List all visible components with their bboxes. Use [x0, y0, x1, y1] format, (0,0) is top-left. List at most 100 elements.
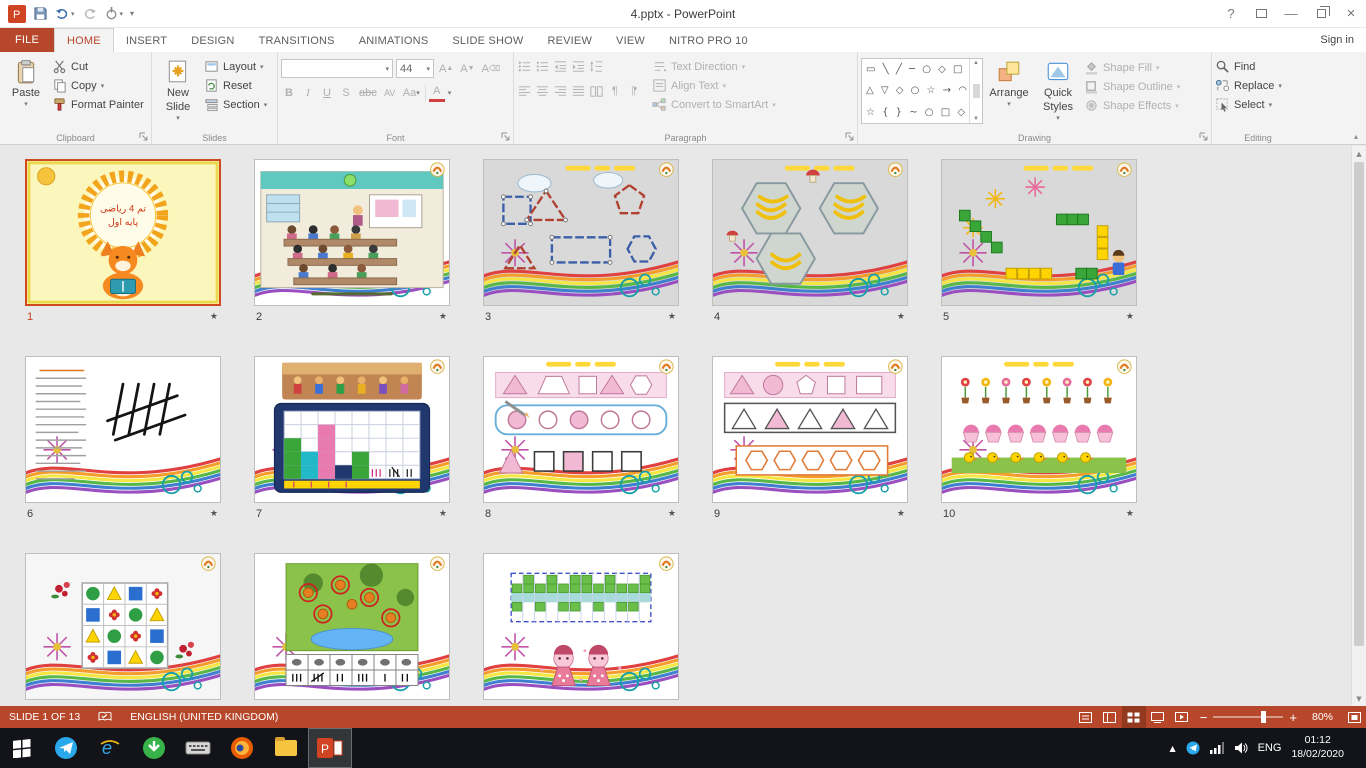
section-button[interactable]: Section ▾	[204, 97, 267, 112]
sign-in-link[interactable]: Sign in	[1320, 28, 1366, 52]
shape-fill-button[interactable]: Shape Fill ▾	[1084, 60, 1180, 75]
gallery-scroll-thumb[interactable]	[973, 84, 980, 98]
align-text-button[interactable]: Align Text ▾	[652, 78, 776, 93]
align-left-icon[interactable]	[517, 84, 532, 99]
find-button[interactable]: Find	[1215, 59, 1301, 74]
slide-thumbnail-10[interactable]: 10★	[941, 356, 1137, 521]
slide-7-canvas[interactable]	[254, 356, 450, 503]
font-size-combo[interactable]: 44 ▾	[396, 59, 434, 78]
slide-sorter-pane[interactable]: تم 4 ریاضی پایه اول 1★	[0, 146, 1351, 706]
slide-thumbnail-5[interactable]: 5★	[941, 159, 1137, 324]
numbering-icon[interactable]	[535, 59, 550, 74]
tab-review[interactable]: REVIEW	[535, 28, 604, 52]
undo-dropdown[interactable]: ▾	[71, 10, 75, 18]
slide-8-canvas[interactable]	[483, 356, 679, 503]
shapes-row-2[interactable]: △ ▽ ◇ ○ ☆ → ◠	[866, 85, 969, 96]
gallery-scroll-up-icon[interactable]: ▲	[973, 60, 979, 66]
text-direction-button[interactable]: Text Direction ▾	[652, 59, 776, 74]
taskbar-telegram[interactable]	[44, 728, 88, 768]
touch-mode-dropdown[interactable]: ▾	[120, 10, 124, 18]
ribbon-display-options-button[interactable]	[1246, 0, 1276, 27]
slide-thumbnail-7[interactable]: 7★	[254, 356, 450, 521]
slide-indicator[interactable]: SLIDE 1 OF 13	[0, 706, 89, 728]
network-signal-icon[interactable]	[1210, 742, 1224, 754]
new-slide-button[interactable]: New Slide ▾	[155, 55, 201, 130]
bold-button[interactable]: B	[281, 84, 297, 102]
slide-thumbnail-11[interactable]: 11★	[25, 553, 221, 706]
replace-button[interactable]: Replace ▾	[1215, 78, 1301, 93]
close-button[interactable]: ×	[1336, 0, 1366, 27]
taskbar-powerpoint-active[interactable]: P	[308, 728, 352, 768]
clear-formatting-button[interactable]: A⌫	[480, 60, 503, 78]
select-dropdown[interactable]: ▾	[1269, 101, 1273, 109]
slide-11-canvas[interactable]	[25, 553, 221, 700]
zoom-in-button[interactable]: +	[1283, 710, 1303, 725]
copy-dropdown[interactable]: ▾	[101, 82, 105, 90]
customize-qat-button[interactable]: ▾	[130, 9, 134, 18]
underline-button[interactable]: U	[319, 84, 335, 102]
font-name-combo[interactable]: ▾	[281, 59, 393, 78]
font-color-dropdown[interactable]: ▾	[448, 89, 452, 97]
slide-9-canvas[interactable]	[712, 356, 908, 503]
slide-10-canvas[interactable]	[941, 356, 1137, 503]
slide-6-canvas[interactable]	[25, 356, 221, 503]
scroll-down-arrow[interactable]: ▼	[1352, 691, 1366, 706]
slide-thumbnail-1[interactable]: تم 4 ریاضی پایه اول 1★	[25, 159, 221, 324]
tab-view[interactable]: VIEW	[604, 28, 657, 52]
tab-slide-show[interactable]: SLIDE SHOW	[440, 28, 535, 52]
shapes-gallery-scrollbar[interactable]: ▲ ▼	[969, 59, 982, 123]
font-color-button[interactable]: A	[429, 84, 445, 102]
layout-button[interactable]: Layout ▾	[204, 59, 267, 74]
slide-5-canvas[interactable]	[941, 159, 1137, 306]
tab-home[interactable]: HOME	[54, 28, 114, 52]
drawing-dialog-launcher[interactable]	[1198, 131, 1209, 142]
save-button[interactable]	[33, 6, 48, 21]
convert-smartart-button[interactable]: Convert to SmartArt ▾	[652, 97, 776, 112]
rtl-paragraph-button[interactable]: ¶	[626, 82, 642, 100]
start-button[interactable]	[0, 728, 44, 768]
arrange-dropdown[interactable]: ▾	[1007, 101, 1011, 109]
zoom-slider-thumb[interactable]	[1261, 711, 1266, 723]
cut-button[interactable]: Cut	[52, 59, 144, 74]
language-switcher[interactable]: ENG	[1258, 742, 1282, 754]
tab-design[interactable]: DESIGN	[179, 28, 246, 52]
touch-mouse-mode-button[interactable]: ▾	[104, 6, 124, 21]
copy-button[interactable]: Copy ▾	[52, 78, 144, 93]
reading-view-button[interactable]	[1146, 706, 1170, 728]
slide-thumbnail-13[interactable]: 13★	[483, 553, 679, 706]
slide-sorter-view-button[interactable]	[1122, 706, 1146, 728]
paste-dropdown[interactable]: ▾	[24, 101, 28, 109]
taskbar-keyboard[interactable]	[176, 728, 220, 768]
select-button[interactable]: Select ▾	[1215, 97, 1301, 112]
shapes-row-3[interactable]: ☆ { } ~ ○ □ ◇	[866, 107, 969, 118]
line-spacing-icon[interactable]	[589, 59, 604, 74]
zoom-level[interactable]: 80%	[1303, 706, 1342, 728]
spell-check-button[interactable]	[89, 706, 121, 728]
fit-slide-button[interactable]	[1342, 706, 1366, 728]
slide-show-button[interactable]	[1170, 706, 1194, 728]
grow-font-button[interactable]: A▲	[437, 60, 455, 78]
normal-view-button[interactable]	[1098, 706, 1122, 728]
new-slide-dropdown[interactable]: ▾	[176, 115, 180, 123]
quick-styles-dropdown[interactable]: ▾	[1056, 115, 1060, 123]
quick-styles-button[interactable]: Quick Styles ▾	[1035, 55, 1081, 130]
text-shadow-button[interactable]: S	[338, 84, 354, 102]
reset-button[interactable]: Reset	[204, 78, 267, 93]
character-spacing-button[interactable]: AV	[382, 84, 398, 102]
language-indicator[interactable]: ENGLISH (UNITED KINGDOM)	[121, 706, 287, 728]
tab-insert[interactable]: INSERT	[114, 28, 179, 52]
scroll-up-arrow[interactable]: ▲	[1352, 146, 1366, 161]
slide-12-canvas[interactable]	[254, 553, 450, 700]
restore-button[interactable]	[1306, 0, 1336, 27]
slide-thumbnail-2[interactable]: 2★	[254, 159, 450, 324]
italic-button[interactable]: I	[300, 84, 316, 102]
tray-telegram-icon[interactable]	[1186, 741, 1200, 755]
slide-13-canvas[interactable]	[483, 553, 679, 700]
tab-transitions[interactable]: TRANSITIONS	[247, 28, 347, 52]
slide-thumbnail-6[interactable]: 6★	[25, 356, 221, 521]
replace-dropdown[interactable]: ▾	[1278, 82, 1282, 90]
tab-animations[interactable]: ANIMATIONS	[347, 28, 441, 52]
zoom-slider[interactable]	[1213, 716, 1283, 718]
strikethrough-button[interactable]: abc	[357, 84, 379, 102]
font-size-dropdown[interactable]: ▾	[426, 65, 430, 73]
